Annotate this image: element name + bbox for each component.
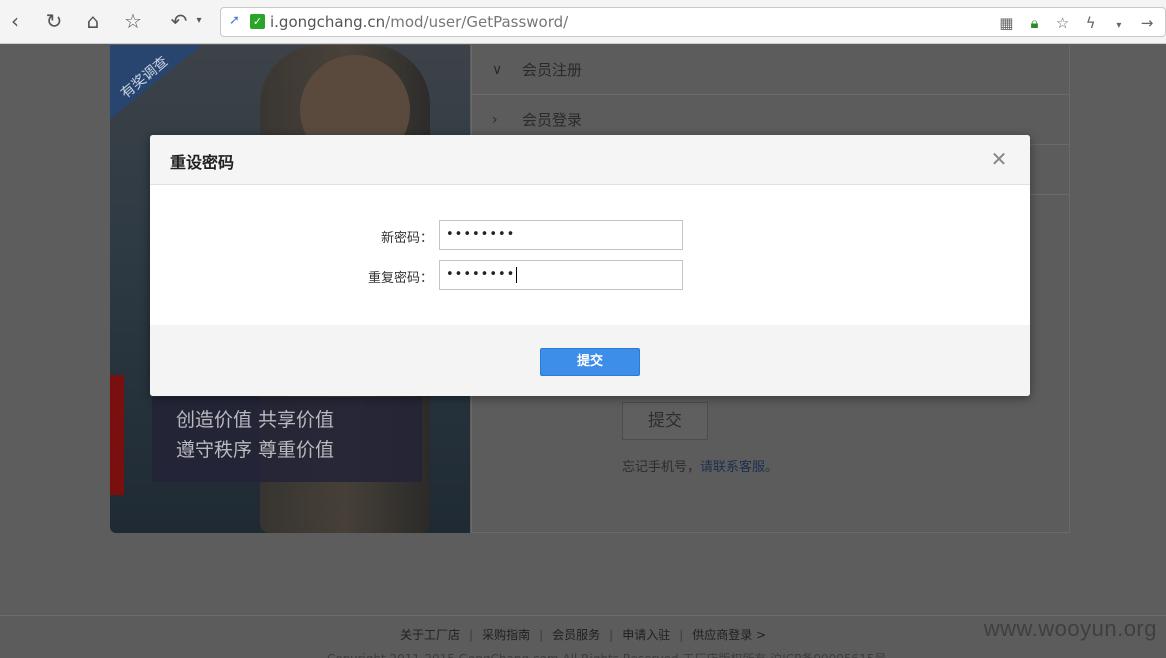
chevron-down-icon[interactable]: ▾ bbox=[186, 8, 212, 34]
footer-link-about[interactable]: 关于工厂店 bbox=[400, 628, 460, 642]
lock-icon[interactable]: 🔒︎ bbox=[1022, 12, 1046, 34]
star-icon[interactable]: ☆ bbox=[120, 8, 146, 34]
lightning-icon[interactable]: ϟ bbox=[1079, 12, 1103, 34]
repeat-password-row: 重复密码： •••••••• bbox=[150, 260, 1030, 290]
address-bar[interactable]: ➚ ✓ i.gongchang.cn/mod/user/GetPassword/… bbox=[220, 7, 1166, 37]
footer-link-apply[interactable]: 申请入驻 bbox=[622, 628, 670, 642]
dialog-header: 重设密码 ✕ bbox=[150, 135, 1030, 185]
home-icon[interactable]: ⌂ bbox=[80, 8, 106, 34]
forgot-text: 忘记手机号， bbox=[622, 460, 701, 475]
new-password-value: •••••••• bbox=[446, 227, 516, 242]
reset-password-dialog: 重设密码 ✕ 新密码： •••••••• 重复密码： •••••••• 提交 bbox=[150, 135, 1030, 396]
favorite-star-icon[interactable]: ☆ bbox=[1051, 12, 1075, 34]
red-stripe bbox=[110, 375, 124, 495]
footer-link-purchase-guide[interactable]: 采购指南 bbox=[482, 628, 530, 642]
chevron-down-icon: ∨ bbox=[492, 62, 503, 78]
copyright: Copyright 2011-2015 GongChang.com All Ri… bbox=[327, 650, 886, 658]
accordion-label: 会员登录 bbox=[522, 111, 583, 129]
address-bar-icons: ▦ 🔒︎ ☆ ϟ ▾ → bbox=[994, 12, 1159, 34]
security-check-icon: ✓ bbox=[250, 14, 265, 29]
new-password-label: 新密码： bbox=[380, 231, 433, 246]
accordion-label: 会员注册 bbox=[522, 61, 583, 79]
slogan-line-2: 遵守秩序 尊重价值 bbox=[176, 439, 335, 461]
submit-button[interactable]: 提交 bbox=[540, 348, 640, 376]
dropdown-icon[interactable]: ▾ bbox=[1107, 15, 1131, 37]
slogan-box: 创造价值 共享价值 遵守秩序 尊重价值 bbox=[152, 397, 422, 482]
browser-toolbar: ‹ ↻ ⌂ ☆ ↶ ▾ ➚ ✓ i.gongchang.cn/mod/user/… bbox=[0, 0, 1166, 44]
slogan-line-1: 创造价值 共享价值 bbox=[176, 409, 335, 431]
text-caret bbox=[516, 266, 518, 283]
new-password-row: 新密码： •••••••• bbox=[150, 220, 1030, 250]
back-arrow-icon[interactable]: ‹ bbox=[2, 8, 28, 34]
repeat-password-label: 重复密码： bbox=[367, 271, 433, 286]
watermark: www.wooyun.org bbox=[983, 616, 1157, 641]
footer-link-member-service[interactable]: 会员服务 bbox=[552, 628, 600, 642]
refresh-icon[interactable]: ↻ bbox=[41, 8, 67, 34]
repeat-password-input[interactable]: •••••••• bbox=[439, 260, 683, 290]
background-submit-button[interactable]: 提交 bbox=[622, 402, 708, 440]
forward-arrow-icon[interactable]: → bbox=[1135, 12, 1159, 34]
footer-link-supplier-login[interactable]: 供应商登录 > bbox=[692, 628, 766, 642]
rocket-icon: ➚ bbox=[229, 13, 240, 28]
close-icon[interactable]: ✕ bbox=[988, 147, 1010, 171]
footer-links: 关于工厂店 | 采购指南 | 会员服务 | 申请入驻 | 供应商登录 > bbox=[400, 628, 767, 642]
dialog-footer: 提交 bbox=[150, 325, 1030, 396]
accordion-item-register[interactable]: ∨ 会员注册 bbox=[472, 45, 1069, 95]
contact-support-link[interactable]: 请联系客服。 bbox=[700, 460, 778, 475]
dialog-body: 新密码： •••••••• 重复密码： •••••••• bbox=[150, 185, 1030, 325]
new-password-input[interactable]: •••••••• bbox=[439, 220, 683, 250]
qr-code-icon[interactable]: ▦ bbox=[994, 12, 1018, 34]
forgot-phone-text: 忘记手机号，请联系客服。 bbox=[622, 456, 778, 475]
url-path: /mod/user/GetPassword/ bbox=[385, 13, 569, 31]
repeat-password-value: •••••••• bbox=[446, 267, 516, 282]
dialog-title: 重设密码 bbox=[170, 153, 235, 172]
url-host: i.gongchang.cn bbox=[270, 13, 386, 31]
url-text[interactable]: i.gongchang.cn/mod/user/GetPassword/ bbox=[270, 13, 568, 31]
